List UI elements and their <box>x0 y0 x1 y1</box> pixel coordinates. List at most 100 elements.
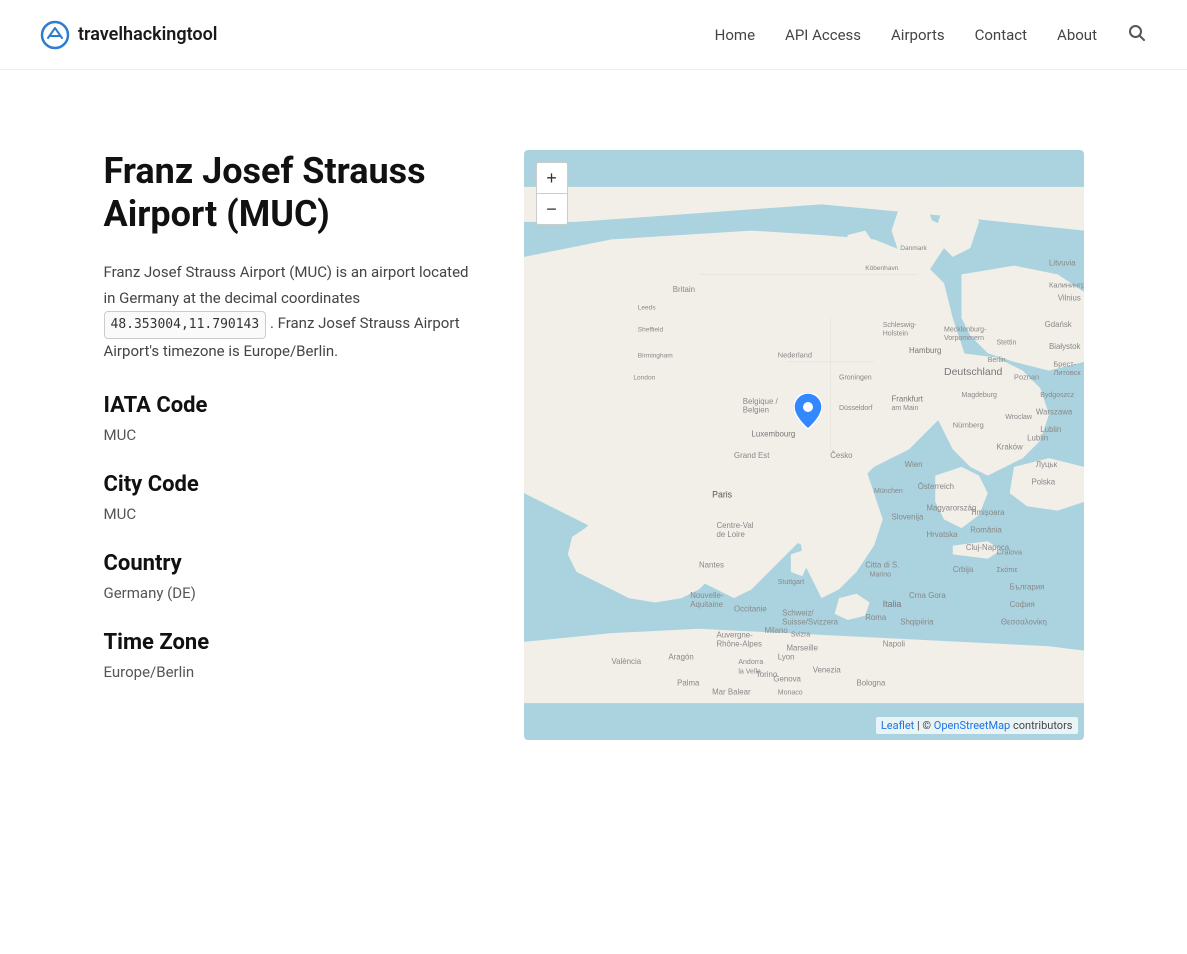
nav-about[interactable]: About <box>1057 26 1097 44</box>
svg-text:Österreich: Österreich <box>917 482 953 491</box>
svg-text:Białystok: Białystok <box>1049 342 1081 351</box>
logo-text: travelhackingtool <box>78 24 217 45</box>
country-label: Country <box>104 551 484 576</box>
city-code-section: City Code MUC <box>104 472 484 523</box>
svg-text:Hrvatska: Hrvatska <box>926 530 958 539</box>
svg-text:Frankfurt: Frankfurt <box>891 394 923 403</box>
svg-text:Schweiz/: Schweiz/ <box>782 609 814 618</box>
svg-text:Occitanie: Occitanie <box>734 604 767 613</box>
svg-text:Rhône-Alpes: Rhône-Alpes <box>716 639 762 648</box>
svg-text:България: България <box>1009 582 1044 591</box>
nav-airports[interactable]: Airports <box>891 26 945 44</box>
svg-text:Nederland: Nederland <box>777 351 811 360</box>
svg-text:Stettin: Stettin <box>996 339 1016 346</box>
svg-text:Poznan: Poznan <box>1014 372 1039 381</box>
svg-text:Luxembourg: Luxembourg <box>751 429 795 438</box>
map-container[interactable]: Britain Leeds Sheffield Birmingham Londo… <box>524 150 1084 740</box>
svg-text:Vorpommern: Vorpommern <box>944 335 984 342</box>
attribution-separator: | © <box>917 719 934 732</box>
map-column: Britain Leeds Sheffield Birmingham Londo… <box>524 150 1084 740</box>
svg-text:Britain: Britain <box>672 285 694 294</box>
svg-text:Vilnius: Vilnius <box>1057 294 1080 303</box>
svg-text:Sheffield: Sheffield <box>637 326 663 333</box>
nav-links: Home API Access Airports Contact About <box>715 23 1147 47</box>
svg-text:Bydgoszcz: Bydgoszcz <box>1040 392 1074 399</box>
iata-label: IATA Code <box>104 393 484 418</box>
svg-text:Сrbija: Сrbija <box>952 565 973 574</box>
zoom-out-button[interactable]: − <box>537 194 567 224</box>
svg-text:Monaco: Monaco <box>777 689 802 696</box>
nav-contact[interactable]: Contact <box>975 26 1027 44</box>
svg-text:Düsseldorf: Düsseldorf <box>839 405 873 412</box>
svg-text:Napoli: Napoli <box>882 639 905 648</box>
svg-text:Suisse/Svizzera: Suisse/Svizzera <box>782 617 839 626</box>
svg-text:Σκόπιε: Σκόπιε <box>996 566 1017 574</box>
svg-text:Marseille: Marseille <box>786 644 818 653</box>
svg-text:Citta di S.: Citta di S. <box>865 561 899 570</box>
country-section: Country Germany (DE) <box>104 551 484 602</box>
svg-text:Nürnberg: Nürnberg <box>952 421 983 430</box>
svg-text:Svizra: Svizra <box>790 632 810 639</box>
svg-text:Magdeburg: Magdeburg <box>961 392 997 399</box>
timezone-label: Time Zone <box>104 630 484 655</box>
leaflet-link[interactable]: Leaflet <box>881 719 914 732</box>
svg-text:Birmingham: Birmingham <box>637 353 672 360</box>
svg-text:Magyarország: Magyarország <box>926 504 976 513</box>
map-pin <box>794 393 822 433</box>
svg-text:Mecklenburg-: Mecklenburg- <box>944 326 987 333</box>
svg-text:Литовск: Литовск <box>1053 368 1081 377</box>
content-grid: Franz Josef Strauss Airport (MUC) Franz … <box>104 150 1084 740</box>
svg-text:Timișoara: Timișoara <box>970 508 1005 517</box>
svg-text:München: München <box>874 488 903 495</box>
nav-api-access[interactable]: API Access <box>785 26 861 44</box>
logo-link[interactable]: travelhackingtool <box>40 20 217 50</box>
svg-text:Nouvelle-: Nouvelle- <box>690 591 724 600</box>
city-code-value: MUC <box>104 505 484 523</box>
svg-text:România: România <box>970 526 1002 535</box>
zoom-in-button[interactable]: + <box>537 163 567 193</box>
svg-text:Θεσσαλονίκη: Θεσσαλονίκη <box>1000 617 1046 626</box>
map-svg: Britain Leeds Sheffield Birmingham Londo… <box>524 150 1084 740</box>
svg-text:de Loire: de Loire <box>716 530 745 539</box>
svg-text:Wroclaw: Wroclaw <box>1005 414 1033 421</box>
svg-text:Auvergne-: Auvergne- <box>716 631 753 640</box>
svg-text:Grand Est: Grand Est <box>734 451 770 460</box>
svg-text:Aquitaine: Aquitaine <box>690 600 723 609</box>
svg-text:Shqipëria: Shqipëria <box>900 617 934 626</box>
svg-text:Craiova: Craiova <box>996 547 1022 556</box>
map-controls: + − <box>536 162 568 225</box>
svg-text:Česko: Česko <box>830 451 853 460</box>
svg-text:Crna Gora: Crna Gora <box>909 591 946 600</box>
timezone-section: Time Zone Europe/Berlin <box>104 630 484 681</box>
svg-text:Slovenija: Slovenija <box>891 512 924 521</box>
svg-text:Warszawa: Warszawa <box>1035 407 1072 416</box>
svg-text:Lublin: Lublin <box>1040 425 1061 434</box>
svg-text:la Vella: la Vella <box>738 668 761 675</box>
country-value: Germany (DE) <box>104 584 484 602</box>
svg-text:Belgique /: Belgique / <box>742 397 778 406</box>
osm-link[interactable]: OpenStreetMap <box>934 719 1010 732</box>
svg-text:Kraków: Kraków <box>996 442 1023 451</box>
svg-text:Deutschland: Deutschland <box>944 366 1003 378</box>
svg-text:Groningen: Groningen <box>839 374 872 381</box>
coordinates-badge: 48.353004,11.790143 <box>104 311 267 339</box>
svg-text:Genova: Genova <box>773 674 801 683</box>
svg-text:Wien: Wien <box>904 460 922 469</box>
logo-icon <box>40 20 70 50</box>
svg-text:Aragón: Aragón <box>668 652 693 661</box>
svg-text:am Main: am Main <box>891 405 918 412</box>
svg-text:Paris: Paris <box>712 490 733 500</box>
svg-text:София: София <box>1009 600 1034 609</box>
svg-text:Roma: Roma <box>865 613 887 622</box>
svg-text:Брест-: Брест- <box>1053 359 1076 368</box>
svg-text:Stuttgart: Stuttgart <box>777 579 804 586</box>
svg-text:Lublin: Lublin <box>1027 434 1048 443</box>
nav-home[interactable]: Home <box>715 26 755 44</box>
svg-text:Nantes: Nantes <box>699 561 724 570</box>
svg-text:Калининград: Калининград <box>1049 281 1084 290</box>
svg-text:València: València <box>611 657 641 666</box>
svg-text:Milano: Milano <box>764 626 788 635</box>
svg-text:Gdańsk: Gdańsk <box>1044 320 1071 329</box>
svg-text:Belgien: Belgien <box>742 406 768 415</box>
search-icon[interactable] <box>1127 23 1147 47</box>
